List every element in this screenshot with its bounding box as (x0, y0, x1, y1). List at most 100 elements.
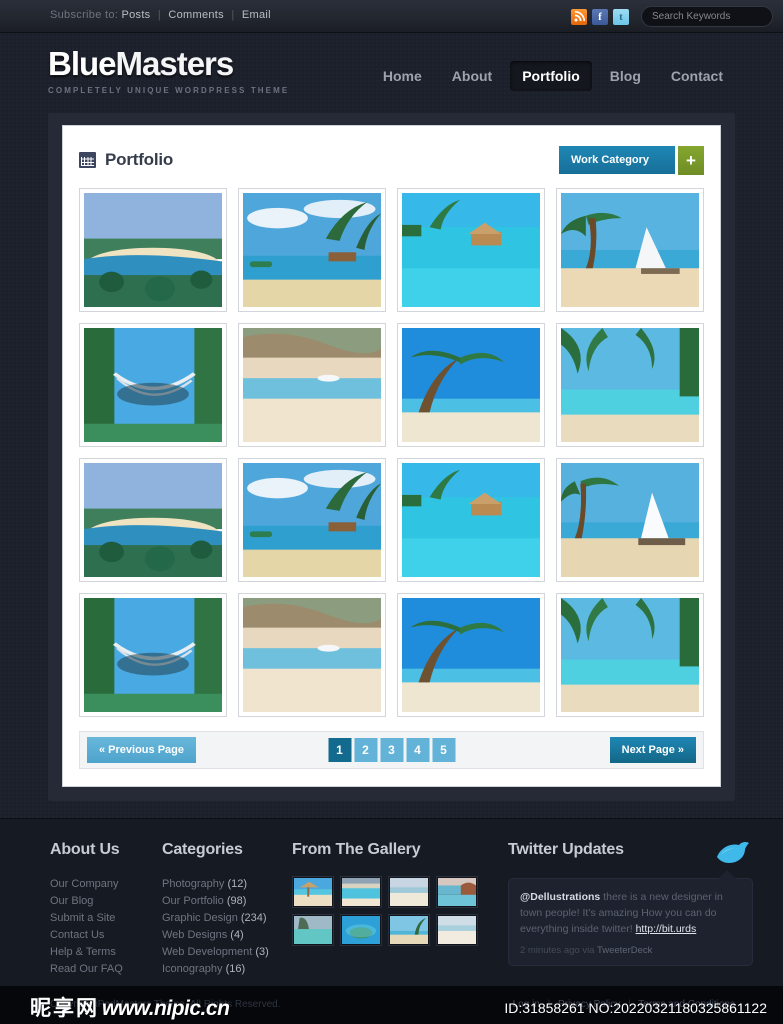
portfolio-image (84, 193, 222, 307)
portfolio-item[interactable] (397, 458, 545, 582)
portfolio-grid (79, 188, 704, 717)
list-item[interactable]: Graphic Design (234) (162, 910, 292, 927)
portfolio-item[interactable] (238, 458, 386, 582)
portfolio-item[interactable] (556, 593, 704, 717)
portfolio-item[interactable] (79, 188, 227, 312)
pagination: « Previous Page 1 2 3 4 5 Next Page » (79, 731, 704, 769)
about-link-contact-us[interactable]: Contact Us (50, 929, 104, 941)
gallery-thumb[interactable] (388, 914, 430, 946)
portfolio-item[interactable] (238, 593, 386, 717)
page-number-5[interactable]: 5 (432, 738, 455, 762)
portfolio-item[interactable] (397, 323, 545, 447)
about-link-our-company[interactable]: Our Company (50, 878, 118, 890)
logo-text: BlueMasters (48, 47, 289, 80)
category-link-web-designs[interactable]: Web Designs (162, 929, 227, 941)
next-page-button[interactable]: Next Page » (609, 737, 696, 763)
list-item[interactable]: Our Portfolio (98) (162, 893, 292, 910)
gallery-thumb[interactable] (292, 914, 334, 946)
list-item[interactable]: Contact Us (50, 927, 162, 944)
subscribe-posts-link[interactable]: Posts (121, 9, 150, 21)
gallery-thumb[interactable] (436, 914, 478, 946)
subscribe-email-link[interactable]: Email (242, 9, 271, 21)
main-navigation: Home About Portfolio Blog Contact (371, 61, 735, 91)
portfolio-item[interactable] (556, 458, 704, 582)
portfolio-item[interactable] (397, 188, 545, 312)
list-item[interactable]: Submit a Site (50, 910, 162, 927)
nav-item-portfolio[interactable]: Portfolio (510, 61, 592, 91)
nav-item-blog[interactable]: Blog (598, 61, 653, 91)
portfolio-item[interactable] (238, 323, 386, 447)
add-item-button[interactable]: + (678, 145, 704, 175)
portfolio-item[interactable] (556, 188, 704, 312)
gallery-thumb[interactable] (436, 876, 478, 908)
portfolio-image (84, 328, 222, 442)
twitter-username[interactable]: @Dellustrations (520, 891, 600, 903)
page-title: Portfolio (105, 150, 174, 169)
portfolio-image (402, 193, 540, 307)
list-item[interactable]: Iconography (16) (162, 961, 292, 978)
list-item[interactable]: Read Our FAQ (50, 961, 162, 978)
list-item[interactable]: Our Company (50, 876, 162, 893)
gallery-thumb[interactable] (340, 876, 382, 908)
category-link-our-portfolio[interactable]: Our Portfolio (162, 895, 224, 907)
about-link-read-our-faq[interactable]: Read Our FAQ (50, 963, 123, 975)
about-link-list: Our Company Our Blog Submit a Site Conta… (50, 876, 162, 978)
gallery-thumb[interactable] (388, 876, 430, 908)
previous-page-button[interactable]: « Previous Page (87, 737, 196, 763)
gallery-thumb-grid (292, 876, 508, 946)
work-category-button[interactable]: Work Category (559, 146, 675, 174)
category-link-graphic-design[interactable]: Graphic Design (162, 912, 238, 924)
page-number-2[interactable]: 2 (354, 738, 377, 762)
portfolio-item[interactable] (79, 323, 227, 447)
nav-item-contact[interactable]: Contact (659, 61, 735, 91)
portfolio-item[interactable] (556, 323, 704, 447)
gallery-thumb[interactable] (292, 876, 334, 908)
category-link-iconography[interactable]: Iconography (162, 963, 223, 975)
footer-column-twitter: Twitter Updates @Dellustrations there is… (508, 841, 753, 978)
list-item[interactable]: Photography (12) (162, 876, 292, 893)
nav-item-about[interactable]: About (440, 61, 504, 91)
page-number-4[interactable]: 4 (406, 738, 429, 762)
list-item[interactable]: Web Designs (4) (162, 927, 292, 944)
search-box[interactable] (641, 6, 783, 27)
facebook-icon[interactable]: f (592, 8, 608, 25)
subscribe-comments-link[interactable]: Comments (168, 9, 224, 21)
top-bar: Subscribe to: Posts | Comments | Email f… (0, 0, 783, 33)
site-logo[interactable]: BlueMasters COMPLETELY UNIQUE WORDPRESS … (48, 47, 289, 95)
footer-columns: About Us Our Company Our Blog Submit a S… (50, 841, 753, 978)
subscribe-label: Subscribe to: (50, 9, 119, 21)
terms-link[interactable]: Terms and Conditions (638, 999, 735, 1010)
portfolio-item[interactable] (397, 593, 545, 717)
grid-icon (79, 152, 96, 168)
list-item[interactable]: Our Blog (50, 893, 162, 910)
twitter-header: Twitter Updates (508, 841, 753, 876)
portfolio-item[interactable] (79, 458, 227, 582)
gallery-image (342, 878, 380, 906)
nav-item-home[interactable]: Home (371, 61, 434, 91)
gallery-image (438, 916, 476, 944)
about-link-our-blog[interactable]: Our Blog (50, 895, 93, 907)
about-link-help-terms[interactable]: Help & Terms (50, 946, 116, 958)
page-number-3[interactable]: 3 (380, 738, 403, 762)
login-link[interactable]: Log in (513, 999, 540, 1010)
about-link-submit-a-site[interactable]: Submit a Site (50, 912, 115, 924)
privacy-policy-link[interactable]: Privacy Policy (558, 999, 620, 1010)
search-input[interactable] (652, 11, 783, 22)
twitter-message-link[interactable]: http://bit.urds (636, 923, 697, 935)
twitter-icon[interactable]: t (613, 8, 629, 25)
category-link-photography[interactable]: Photography (162, 878, 224, 890)
gallery-image (294, 916, 332, 944)
gallery-thumb[interactable] (340, 914, 382, 946)
rss-icon[interactable] (571, 8, 587, 25)
category-link-web-development[interactable]: Web Development (162, 946, 252, 958)
page-number-1[interactable]: 1 (328, 738, 351, 762)
portfolio-image (84, 598, 222, 712)
portfolio-item[interactable] (238, 188, 386, 312)
site-header: BlueMasters COMPLETELY UNIQUE WORDPRESS … (0, 33, 783, 117)
list-item[interactable]: Help & Terms (50, 944, 162, 961)
gallery-image (438, 878, 476, 906)
portfolio-item[interactable] (79, 593, 227, 717)
separator: | (547, 999, 551, 1010)
list-item[interactable]: Web Development (3) (162, 944, 292, 961)
footer-column-categories: Categories Photography (12) Our Portfoli… (162, 841, 292, 978)
